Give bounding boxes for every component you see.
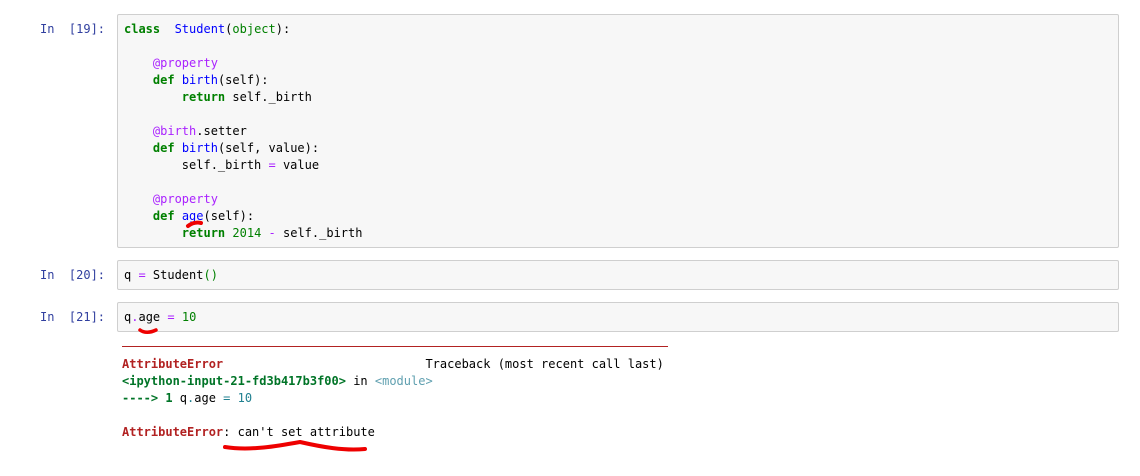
code-cell-19[interactable]: class Student(object): @property def bir… xyxy=(117,14,1119,248)
code-token: Student xyxy=(174,22,226,36)
cell-19-prompt: In [19]: xyxy=(40,22,106,36)
code-token: = xyxy=(268,158,276,172)
code-token: @property xyxy=(152,56,218,70)
code-token: <module> xyxy=(374,374,433,388)
code-token: AttributeError xyxy=(122,357,224,371)
code-token: (self): xyxy=(203,209,255,223)
code-token: (self, value): xyxy=(217,141,320,155)
code-token: return xyxy=(181,90,226,104)
code-token: Traceback (most recent call last) xyxy=(223,357,664,371)
code-token: q xyxy=(179,391,188,405)
cell-20-prompt: In [20]: xyxy=(40,268,106,282)
cell-19-code[interactable]: class Student(object): @property def bir… xyxy=(124,21,362,242)
code-cell-21[interactable]: q.age = 10 xyxy=(117,302,1119,332)
code-token: object xyxy=(232,22,276,36)
code-token: self._birth xyxy=(275,226,363,240)
code-token: @birth xyxy=(152,124,197,138)
output-separator xyxy=(122,346,668,347)
code-token: def xyxy=(152,73,175,87)
cell-20-code[interactable]: q = Student() xyxy=(124,267,218,284)
cell-21-code[interactable]: q.age = 10 xyxy=(124,309,196,326)
code-token: 10 xyxy=(237,391,253,405)
code-token: age xyxy=(181,209,204,223)
code-token: birth xyxy=(181,141,218,155)
code-token: - xyxy=(268,226,276,240)
code-token: .setter xyxy=(196,124,247,138)
code-token: () xyxy=(203,268,218,282)
code-token: <ipython-input-21-fd3b417b3f00> xyxy=(122,374,346,388)
traceback-output: AttributeError Traceback (most recent ca… xyxy=(122,356,664,441)
code-token: age xyxy=(138,310,168,324)
code-cell-20[interactable]: q = Student() xyxy=(117,260,1119,290)
code-token: birth xyxy=(181,73,218,87)
code-token: self._birth xyxy=(225,90,312,104)
code-token: Student xyxy=(145,268,204,282)
code-token: (self): xyxy=(217,73,269,87)
code-token: = xyxy=(167,310,175,324)
code-token: : can't set attribute xyxy=(223,425,375,439)
code-token: = xyxy=(138,268,146,282)
cell-21-prompt: In [21]: xyxy=(40,310,106,324)
code-token: def xyxy=(152,141,175,155)
code-token: def xyxy=(152,209,175,223)
code-token: ----> 1 xyxy=(122,391,180,405)
code-token: q xyxy=(124,268,139,282)
code-token: return xyxy=(181,226,226,240)
code-token: 10 xyxy=(181,310,197,324)
code-token: in xyxy=(345,374,375,388)
annotation-mark-error xyxy=(223,439,367,452)
code-token: AttributeError xyxy=(122,425,224,439)
code-token: ): xyxy=(275,22,291,36)
code-token: class xyxy=(124,22,161,36)
code-token: self._birth xyxy=(124,158,269,172)
code-token: @property xyxy=(152,192,218,206)
code-token: value xyxy=(275,158,320,172)
code-token: age xyxy=(194,391,224,405)
code-token: 2014 xyxy=(232,226,262,240)
